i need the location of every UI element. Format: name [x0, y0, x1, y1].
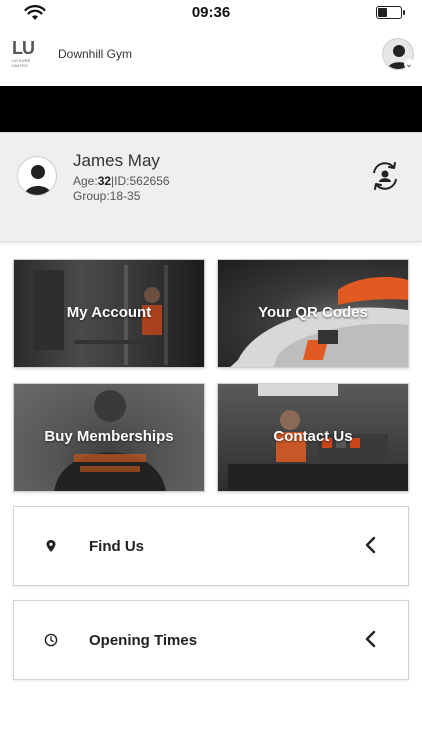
profile-avatar — [17, 156, 57, 196]
clock-icon — [44, 633, 58, 647]
banner — [0, 86, 422, 132]
tile-label: Your QR Codes — [258, 304, 368, 321]
tile-label: Buy Memberships — [44, 428, 174, 445]
member-id: ID:562656 — [114, 174, 170, 188]
profile-name: James May — [73, 151, 160, 170]
profile-card: James May Age:32|ID:562656 Group:18-35 — [0, 132, 422, 242]
chevron-down-icon[interactable]: ⌄ — [404, 59, 414, 69]
map-pin-icon — [46, 540, 56, 552]
user-silhouette-icon — [25, 165, 51, 195]
profile-age-id: Age:32|ID:562656 — [73, 174, 170, 189]
profile-details: Age:32|ID:562656 Group:18-35 — [73, 174, 170, 204]
tile-label: My Account — [66, 304, 152, 321]
switch-user-icon[interactable] — [368, 159, 402, 193]
chevron-left-icon — [365, 536, 376, 554]
logo-subtext: LEISURE UNITED — [12, 58, 31, 68]
status-bar: 09:36 — [0, 0, 422, 26]
status-time: 09:36 — [191, 4, 231, 21]
app-header: LU LEISURE UNITED Downhill Gym ⌄ — [0, 32, 422, 78]
logo-mark: LU — [12, 38, 35, 58]
profile-group: Group:18-35 — [73, 189, 141, 203]
row-label: Opening Times — [89, 632, 198, 649]
tile-contact-us[interactable]: Contact Us — [217, 383, 409, 492]
list-item-find-us[interactable]: Find Us — [13, 506, 409, 586]
tile-my-account[interactable]: My Account — [13, 259, 205, 368]
chevron-left-icon — [365, 630, 376, 648]
battery-icon — [376, 6, 405, 19]
age-value: 32 — [97, 174, 112, 188]
tile-label: Contact Us — [273, 428, 353, 445]
battery-fill — [378, 8, 387, 17]
tile-qr-codes[interactable]: Your QR Codes — [217, 259, 409, 368]
row-label: Find Us — [89, 538, 144, 555]
app-logo[interactable]: LU LEISURE UNITED — [12, 38, 40, 68]
tile-buy-memberships[interactable]: Buy Memberships — [13, 383, 205, 492]
gym-name: Downhill Gym — [58, 47, 133, 61]
list-item-opening-times[interactable]: Opening Times — [13, 600, 409, 680]
age-label: Age: — [73, 174, 98, 188]
